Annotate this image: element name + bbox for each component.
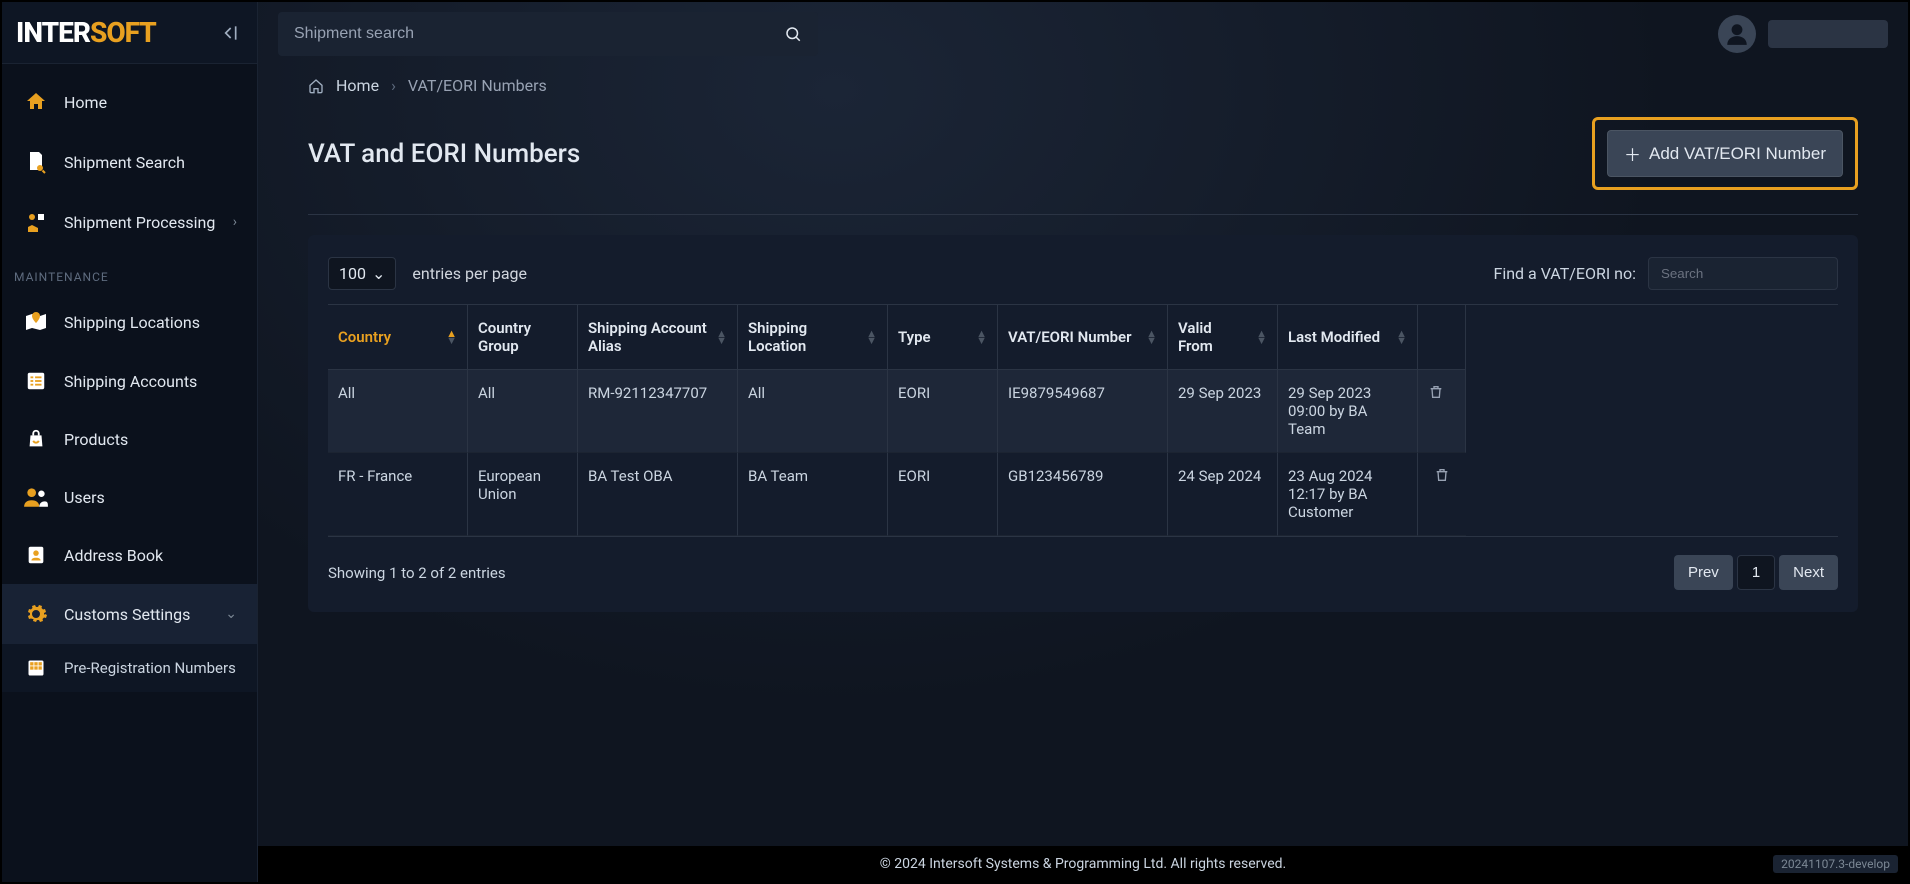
search-input[interactable]	[294, 25, 784, 43]
cell-last-modified: 23 Aug 2024 12:17 by BA Customer	[1278, 453, 1418, 536]
plus-icon: ＋	[1624, 141, 1641, 166]
cell-country-group: All	[468, 370, 578, 453]
avatar[interactable]	[1718, 15, 1756, 53]
page-size-select[interactable]: 100 ⌄	[328, 257, 396, 290]
pager-next[interactable]: Next	[1779, 555, 1838, 590]
cell-type: EORI	[888, 370, 998, 453]
home-icon	[22, 90, 50, 114]
breadcrumb: Home › VAT/EORI Numbers	[308, 76, 1858, 95]
version-badge: 20241107.3-develop	[1773, 855, 1898, 873]
col-shipping-location[interactable]: Shipping Location▲▼	[738, 305, 888, 370]
data-card: 100 ⌄ entries per page Find a VAT/EORI n…	[308, 235, 1858, 612]
cell-vat-eori: GB123456789	[998, 453, 1168, 536]
sidebar-item-products[interactable]: Products	[2, 410, 257, 468]
cell-delete	[1418, 453, 1466, 536]
sidebar-item-label: Shipping Accounts	[64, 372, 197, 391]
bag-icon	[22, 428, 50, 450]
filter-label: Find a VAT/EORI no:	[1493, 264, 1636, 283]
cell-last-modified: 29 Sep 2023 09:00 by BA Team	[1278, 370, 1418, 453]
user-menu[interactable]	[1768, 20, 1888, 48]
cell-valid-from: 24 Sep 2024	[1168, 453, 1278, 536]
sidebar: INTERSOFT Home Shipment Search Shipment …	[2, 2, 258, 882]
processing-icon	[22, 210, 50, 234]
col-valid-from[interactable]: Valid From▲▼	[1168, 305, 1278, 370]
table-filter-input[interactable]	[1648, 257, 1838, 290]
sidebar-item-users[interactable]: Users	[2, 468, 257, 526]
search-icon[interactable]	[784, 25, 802, 43]
home-icon	[308, 78, 324, 94]
sidebar-item-label: Customs Settings	[64, 605, 190, 624]
pager-prev[interactable]: Prev	[1674, 555, 1733, 590]
sidebar-item-address-book[interactable]: Address Book	[2, 526, 257, 584]
sidebar-item-label: Address Book	[64, 546, 163, 565]
col-vat-eori[interactable]: VAT/EORI Number▲▼	[998, 305, 1168, 370]
sidebar-item-label: Shipping Locations	[64, 313, 200, 332]
sidebar-item-home[interactable]: Home	[2, 72, 257, 132]
vat-eori-table: Country▲▼ Country Group Shipping Account…	[328, 304, 1838, 537]
col-country-group[interactable]: Country Group	[468, 305, 578, 370]
cell-valid-from: 29 Sep 2023	[1168, 370, 1278, 453]
col-account-alias[interactable]: Shipping Account Alias▲▼	[578, 305, 738, 370]
sidebar-item-label: Shipment Search	[64, 153, 185, 172]
copyright: © 2024 Intersoft Systems & Programming L…	[880, 856, 1286, 872]
add-button-highlight: ＋ Add VAT/EORI Number	[1592, 117, 1858, 190]
chevron-down-icon: ⌄	[372, 264, 385, 283]
sidebar-item-label: Users	[64, 488, 105, 507]
address-book-icon	[22, 544, 50, 566]
cell-country-group: European Union	[468, 453, 578, 536]
grid-icon	[22, 658, 50, 678]
cell-shipping-location: All	[738, 370, 888, 453]
map-pin-icon	[22, 310, 50, 334]
sidebar-item-shipping-accounts[interactable]: Shipping Accounts	[2, 352, 257, 410]
chevron-right-icon: ›	[233, 214, 237, 230]
sidebar-item-shipment-processing[interactable]: Shipment Processing ›	[2, 192, 257, 252]
col-actions	[1418, 305, 1466, 370]
gear-icon	[22, 602, 50, 626]
logo: INTERSOFT	[16, 16, 156, 49]
global-search[interactable]	[278, 12, 818, 56]
users-icon	[22, 486, 50, 508]
document-search-icon	[22, 150, 50, 174]
list-icon	[22, 370, 50, 392]
sidebar-item-customs-settings[interactable]: Customs Settings ⌄	[2, 584, 257, 644]
trash-icon[interactable]	[1434, 467, 1450, 483]
col-type[interactable]: Type▲▼	[888, 305, 998, 370]
breadcrumb-home[interactable]: Home	[336, 76, 379, 95]
sidebar-item-label: Pre-Registration Numbers	[64, 659, 236, 677]
breadcrumb-current: VAT/EORI Numbers	[408, 76, 547, 95]
sidebar-section-maintenance: MAINTENANCE	[2, 252, 257, 292]
sidebar-item-label: Products	[64, 430, 128, 449]
results-count: Showing 1 to 2 of 2 entries	[328, 564, 506, 582]
cell-country[interactable]: FR - France	[328, 453, 468, 536]
cell-vat-eori: IE9879549687	[998, 370, 1168, 453]
add-vat-eori-button[interactable]: ＋ Add VAT/EORI Number	[1607, 130, 1843, 177]
chevron-right-icon: ›	[391, 76, 396, 95]
sidebar-item-shipping-locations[interactable]: Shipping Locations	[2, 292, 257, 352]
collapse-sidebar-icon[interactable]	[219, 23, 239, 43]
sidebar-item-label: Shipment Processing	[64, 213, 215, 232]
add-button-label: Add VAT/EORI Number	[1649, 144, 1826, 164]
page-title: VAT and EORI Numbers	[308, 139, 580, 169]
sidebar-subitem-pre-registration[interactable]: Pre-Registration Numbers	[2, 644, 257, 692]
cell-account-alias: BA Test OBA	[578, 453, 738, 536]
sidebar-item-shipment-search[interactable]: Shipment Search	[2, 132, 257, 192]
cell-account-alias: RM-92112347707	[578, 370, 738, 453]
col-country[interactable]: Country▲▼	[328, 305, 468, 370]
trash-icon[interactable]	[1428, 384, 1444, 400]
entries-label: entries per page	[412, 264, 527, 283]
cell-delete	[1418, 370, 1466, 453]
pagination: Prev 1 Next	[1674, 555, 1838, 590]
chevron-down-icon: ⌄	[225, 606, 237, 622]
cell-type: EORI	[888, 453, 998, 536]
page-size-value: 100	[339, 264, 366, 283]
footer: © 2024 Intersoft Systems & Programming L…	[258, 846, 1908, 882]
sidebar-item-label: Home	[64, 93, 107, 112]
cell-country[interactable]: All	[328, 370, 468, 453]
col-last-modified[interactable]: Last Modified▲▼	[1278, 305, 1418, 370]
cell-shipping-location: BA Team	[738, 453, 888, 536]
pager-page-1[interactable]: 1	[1737, 555, 1775, 590]
